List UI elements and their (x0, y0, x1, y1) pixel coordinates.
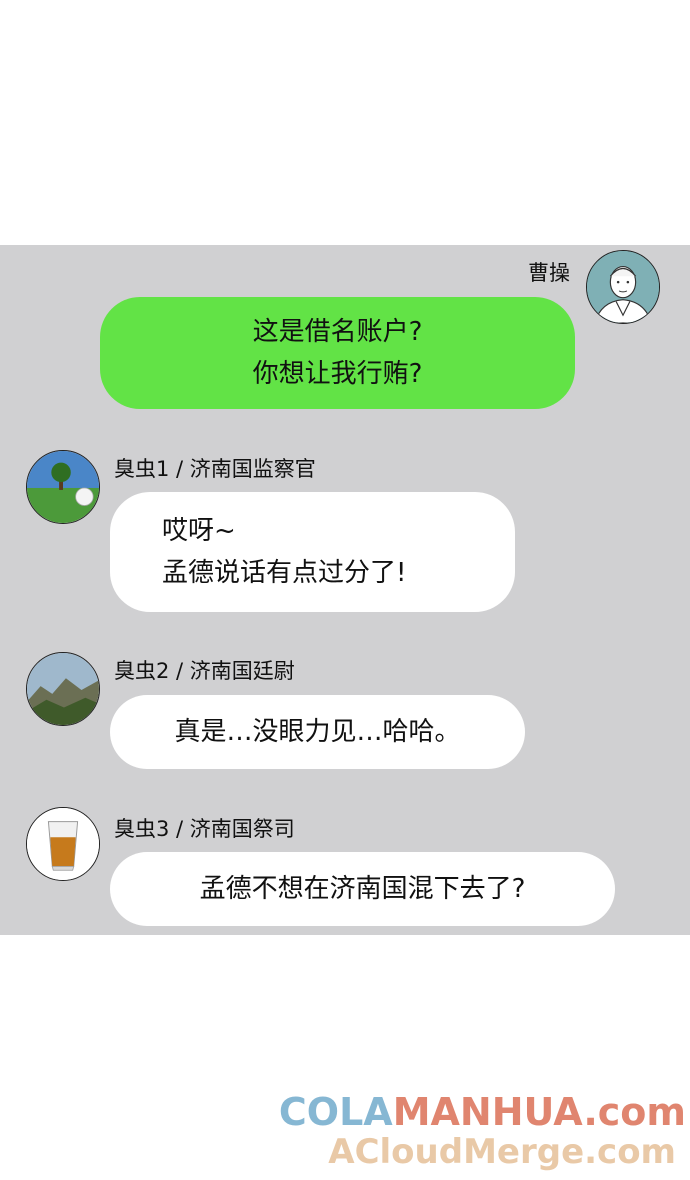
old-man-portrait-icon[interactable] (586, 250, 660, 324)
message-bubble-bug3: 孟德不想在济南国混下去了? (110, 852, 615, 926)
sender-name-caocao: 曹操 (528, 261, 570, 285)
sender-name-bug2: 臭虫2 / 济南国廷尉 (114, 659, 295, 683)
chat-area: 曹操 这是借名账户? 你想让我行贿? 臭虫1 / 济南国监察官 哎呀~ 孟德说话… (0, 245, 690, 935)
message-bubble-bug2: 真是…没眼力见…哈哈。 (110, 695, 525, 769)
message-line: 这是借名账户? (252, 317, 423, 347)
watermark-manhua: MANHUA.com (392, 1090, 686, 1134)
message-line: 你想让我行贿? (252, 359, 423, 389)
message-bubble-bug1: 哎呀~ 孟德说话有点过分了! (110, 492, 515, 612)
mountain-landscape-icon[interactable] (26, 652, 100, 726)
watermark-line-1: COLAMANHUA.com (279, 1090, 686, 1134)
message-bubble-caocao: 这是借名账户? 你想让我行贿? (100, 297, 575, 409)
watermark-acloudmerge: ACloudMerge.com (328, 1132, 676, 1172)
watermark-cola: COLA (278, 1090, 393, 1134)
golf-course-icon[interactable] (26, 450, 100, 524)
message-line: 哎呀~ (162, 516, 236, 546)
message-line: 孟德说话有点过分了! (162, 558, 407, 588)
whiskey-glass-icon[interactable] (26, 807, 100, 881)
sender-name-bug3: 臭虫3 / 济南国祭司 (114, 817, 295, 841)
message-line: 孟德不想在济南国混下去了? (199, 874, 526, 904)
watermark-line-2: ACloudMerge.com (328, 1132, 676, 1172)
message-line: 真是…没眼力见…哈哈。 (174, 717, 461, 747)
sender-name-bug1: 臭虫1 / 济南国监察官 (114, 457, 316, 481)
